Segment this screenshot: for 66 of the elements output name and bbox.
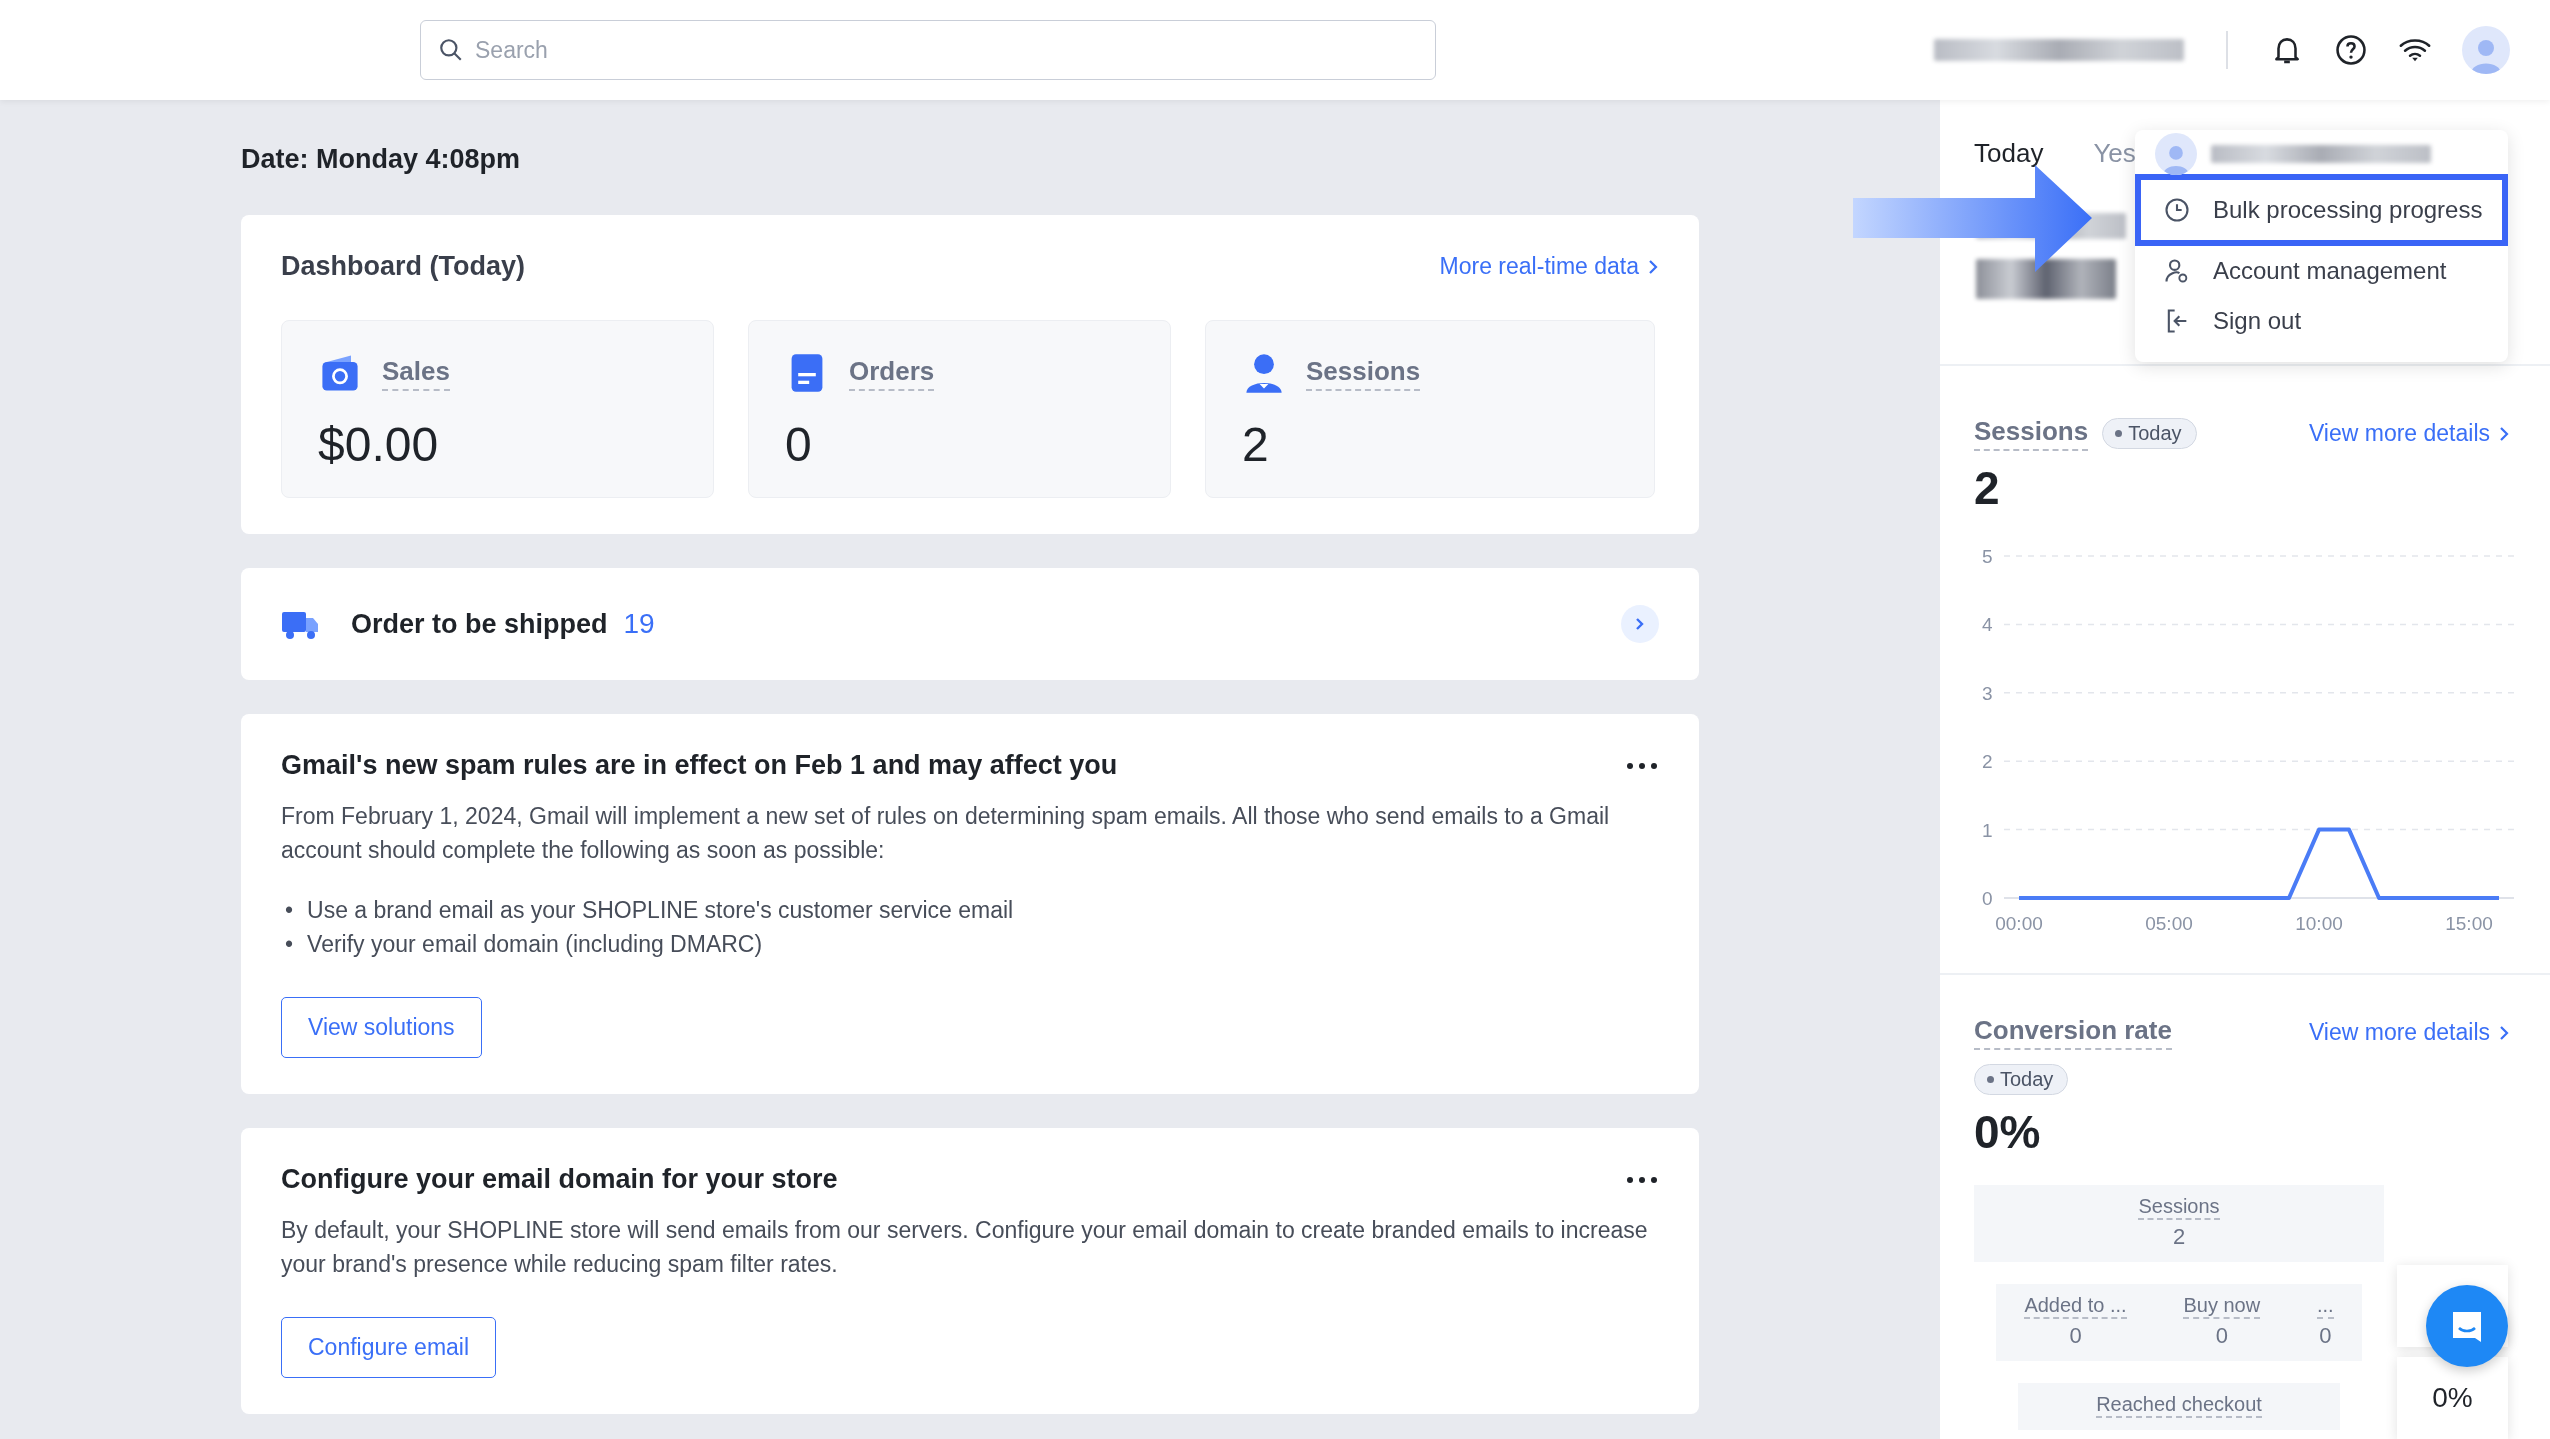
search-field[interactable]: Search [420, 20, 1436, 80]
clock-icon [2163, 196, 2191, 224]
metric-value: $0.00 [318, 417, 440, 472]
chevron-right-icon [1635, 617, 1645, 631]
help-icon[interactable] [2334, 33, 2368, 67]
action-button[interactable]: View solutions [281, 997, 482, 1058]
funnel-label: Added to ... [2024, 1294, 2127, 1319]
metric-label: Orders [849, 355, 935, 391]
period-badge: Today [2102, 418, 2197, 449]
details-link[interactable]: View more details [2308, 1019, 2510, 1046]
bullet-item: Verify your email domain (including DMARC) [307, 930, 763, 959]
period-badge: Today [1974, 1064, 2069, 1095]
menu-item[interactable]: Sign out [2135, 296, 2508, 346]
funnel-label: Reached checkout [2096, 1393, 2262, 1418]
axis-label: 0 [1982, 888, 1993, 909]
axis-label: 2 [1982, 751, 1993, 773]
axis-label: 5 [1982, 546, 1993, 567]
axis-label: 10:00 [2295, 913, 2343, 934]
menu-item[interactable]: Account management [2135, 246, 2508, 296]
period-tab[interactable]: Today [1974, 138, 2044, 169]
metric-label: Sales [382, 355, 450, 391]
more-icon[interactable] [1625, 760, 1659, 771]
axis-label: 3 [1982, 682, 1993, 704]
axis-label: 05:00 [2145, 913, 2193, 934]
shipping-count: 19 [623, 608, 655, 640]
more-icon[interactable] [1625, 1174, 1659, 1185]
sessions-value: 2 [1974, 461, 2001, 515]
axis-label: 00:00 [1995, 913, 2043, 934]
chevron-right-icon [2498, 1023, 2510, 1042]
funnel-label: Buy now [2183, 1294, 2261, 1319]
notice-text: From February 1, 2024, Gmail will implement a new set of rules on determining spam emails. All those who send emails to a Gmail account should complete the following as soon as possible: [281, 802, 1611, 865]
axis-label: 1 [1982, 819, 1993, 841]
bullet-marker: • [285, 896, 294, 925]
notice-title: Configure your email domain for your store [281, 1164, 838, 1195]
search-icon [438, 37, 464, 63]
section-title: Sessions [1974, 416, 2089, 451]
funnel-label: Sessions [2138, 1195, 2220, 1220]
menu-item[interactable]: Bulk processing progress [2135, 174, 2508, 246]
axis-label: 15:00 [2445, 913, 2493, 934]
metric-label: Sessions [1306, 355, 1421, 391]
axis-label: 4 [1982, 614, 1993, 636]
shipping-card[interactable]: Order to be shipped 19 [241, 568, 1699, 680]
shipping-label: Order to be shipped [351, 608, 608, 640]
date-text: Date: Monday 4:08pm [241, 144, 522, 175]
notice-text: By default, your SHOPLINE store will send emails from our servers. Configure your email domain to create branded emails to increase your brand's presence while reducing spam filter rates. [281, 1216, 1649, 1279]
funnel-value: 2 [2172, 1224, 2186, 1250]
metric-value: 0 [785, 417, 813, 472]
details-link[interactable]: View more details [2308, 420, 2510, 447]
chevron-right-icon [1647, 257, 1659, 276]
avatar [2155, 133, 2197, 175]
bullet-item: Use a brand email as your SHOPLINE store's customer service email [307, 896, 1014, 925]
bullet-marker: • [285, 930, 294, 959]
action-button[interactable]: Configure email [281, 1317, 497, 1378]
more-data-link[interactable]: More real-time data [1439, 253, 1659, 280]
period-tab[interactable]: Yes [2093, 138, 2136, 169]
conversion-value: 0% [1974, 1105, 2042, 1159]
funnel-value: 0 [2319, 1323, 2332, 1349]
rate-card: 0% [2397, 1357, 2508, 1439]
funnel-value: 0 [2069, 1323, 2082, 1349]
funnel-value: 0 [2215, 1323, 2228, 1349]
notice-title: Gmail's new spam rules are in effect on Feb 1 and may affect you [281, 750, 1118, 781]
funnel-label: ... [2316, 1294, 2334, 1319]
chevron-right-icon [2498, 424, 2510, 443]
card-title: Dashboard (Today) [281, 251, 525, 282]
metric-value: 2 [1242, 417, 1270, 472]
section-title: Conversion rate [1974, 1015, 2172, 1050]
